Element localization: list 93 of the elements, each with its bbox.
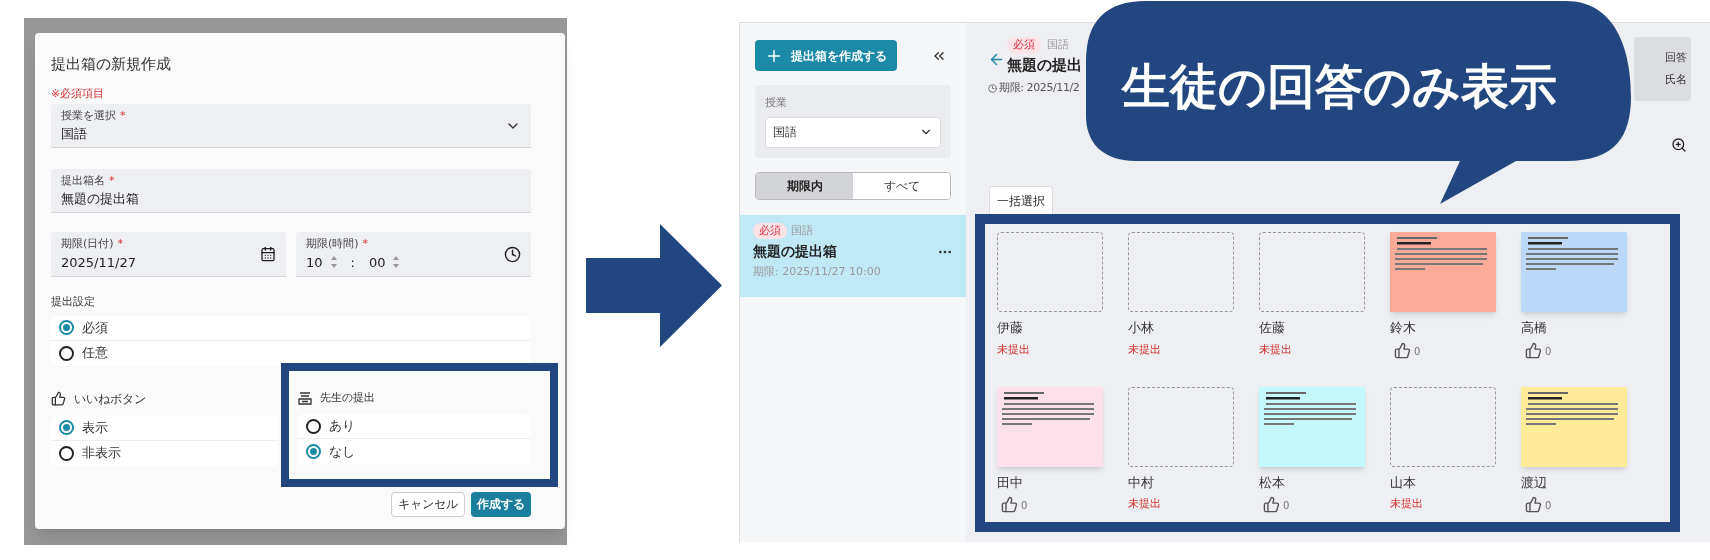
required-mark: * — [362, 236, 369, 252]
student-name: 佐藤 — [1259, 319, 1285, 337]
field-label: 期限(日付) — [61, 236, 114, 252]
student-name: 中村 — [1128, 473, 1154, 492]
back-arrow-icon[interactable] — [988, 51, 1005, 68]
field-value: 2025/11/27 — [61, 253, 136, 272]
required-mark: * — [120, 107, 126, 124]
student-name: 渡辺 — [1521, 473, 1547, 492]
required-badge: 必須 — [753, 222, 787, 239]
box-title: 無題の提出箱 — [753, 242, 837, 261]
thumbs-up-icon — [51, 391, 66, 406]
zoom-in-icon[interactable] — [1671, 137, 1687, 153]
name-field[interactable]: 提出箱名 * 無題の提出箱 — [51, 169, 531, 213]
student-name: 高橋 — [1521, 319, 1547, 337]
deadline-text: 期限: 2025/11/27 10:00 — [753, 264, 882, 280]
field-value: 国語 — [61, 125, 88, 143]
thumbs-up-icon[interactable] — [1525, 496, 1542, 513]
thumbs-up-icon[interactable] — [1263, 496, 1280, 513]
section-label: 提出設定 — [51, 294, 96, 310]
answer-card[interactable] — [1259, 386, 1365, 467]
student-name: 鈴木 — [1390, 319, 1416, 337]
class-select[interactable]: 授業を選択 * 国語 — [51, 104, 531, 148]
dialog-title: 提出箱の新規作成 — [51, 54, 172, 75]
radio-label: 任意 — [82, 344, 108, 363]
subject-label: 国語 — [1047, 37, 1069, 53]
radio-button[interactable] — [59, 420, 74, 435]
answer-card[interactable] — [997, 386, 1103, 467]
stamp-icon — [298, 390, 312, 405]
student-name: 小林 — [1128, 319, 1154, 337]
time-field[interactable]: 期限(時間) * 10 : 00 — [296, 232, 531, 277]
like-count: 0 — [1414, 344, 1421, 359]
bulk-select-tab[interactable]: 一括選択 — [989, 186, 1053, 214]
required-mark: * — [117, 236, 124, 252]
create-box-button[interactable]: 提出箱を作成する — [755, 40, 897, 71]
view-toggle-option[interactable]: 氏名 — [1665, 72, 1687, 89]
right-arrow-icon — [586, 224, 722, 347]
class-select[interactable]: 国語 — [765, 116, 941, 148]
radio-button[interactable] — [59, 320, 74, 335]
filter-tab[interactable]: すべて — [853, 172, 950, 199]
answer-card[interactable] — [1390, 232, 1496, 312]
student-name: 伊藤 — [997, 319, 1023, 337]
like-count: 0 — [1021, 499, 1028, 513]
clock-icon[interactable] — [504, 245, 521, 263]
required-mark: * — [109, 172, 115, 189]
radio-button[interactable] — [306, 444, 321, 459]
callout-text: 生徒の回答のみ表示 — [1122, 57, 1557, 116]
thumbs-up-icon[interactable] — [1394, 341, 1411, 359]
radio-label: なし — [329, 442, 355, 461]
student-name: 山本 — [1390, 473, 1416, 492]
answer-card[interactable] — [1521, 232, 1627, 312]
radio-button[interactable] — [59, 345, 74, 361]
like-count: 0 — [1545, 499, 1552, 513]
section-label: 先生の提出 — [320, 389, 375, 406]
radio-label: 必須 — [82, 318, 108, 337]
filter-label: 授業 — [765, 95, 788, 111]
not-submitted-status: 未提出 — [997, 341, 1030, 358]
section-label: いいねボタン — [74, 390, 146, 408]
cancel-button[interactable]: キャンセル — [391, 491, 465, 517]
date-field[interactable]: 期限(日付) * 2025/11/27 — [51, 232, 286, 277]
not-submitted-status: 未提出 — [1390, 496, 1423, 512]
hour-value[interactable]: 10 — [306, 252, 323, 272]
box-title: 無題の提出 — [1007, 54, 1082, 76]
calendar-icon[interactable] — [260, 246, 276, 262]
minute-value[interactable]: 00 — [368, 252, 386, 272]
filter-tab[interactable]: 期限内 — [756, 172, 853, 199]
subject-label: 国語 — [791, 222, 813, 239]
field-label: 期限(時間) — [306, 236, 359, 252]
not-submitted-status: 未提出 — [1128, 496, 1161, 512]
answer-card[interactable] — [1521, 386, 1627, 467]
required-badge: 必須 — [1007, 37, 1041, 54]
radio-label: あり — [329, 417, 355, 436]
student-name: 松本 — [1259, 473, 1285, 492]
radio-button[interactable] — [306, 418, 321, 434]
thumbs-up-icon[interactable] — [1525, 341, 1542, 359]
radio-label: 非表示 — [82, 444, 121, 463]
student-name: 田中 — [997, 473, 1023, 492]
thumbs-up-icon[interactable] — [1001, 496, 1018, 513]
like-count: 0 — [1283, 499, 1290, 513]
time-separator: : — [350, 253, 355, 272]
not-submitted-status: 未提出 — [1128, 341, 1161, 358]
radio-label: 表示 — [82, 418, 108, 437]
field-label: 授業を選択 — [61, 107, 116, 124]
required-note: ※必須項目 — [51, 85, 106, 102]
not-submitted-status: 未提出 — [1259, 341, 1292, 358]
deadline-text: 期限: 2025/11/2 — [999, 80, 1080, 96]
view-toggle-option[interactable]: 回答 — [1665, 49, 1687, 66]
field-label: 提出箱名 — [61, 172, 105, 189]
submission-box-item[interactable]: 必須 国語 無題の提出箱 期限: 2025/11/27 10:00 — [740, 214, 966, 297]
like-count: 0 — [1545, 344, 1552, 359]
radio-button[interactable] — [59, 445, 74, 461]
create-button[interactable]: 作成する — [471, 491, 531, 517]
field-value: 無題の提出箱 — [61, 190, 139, 208]
clock-icon — [988, 83, 997, 93]
